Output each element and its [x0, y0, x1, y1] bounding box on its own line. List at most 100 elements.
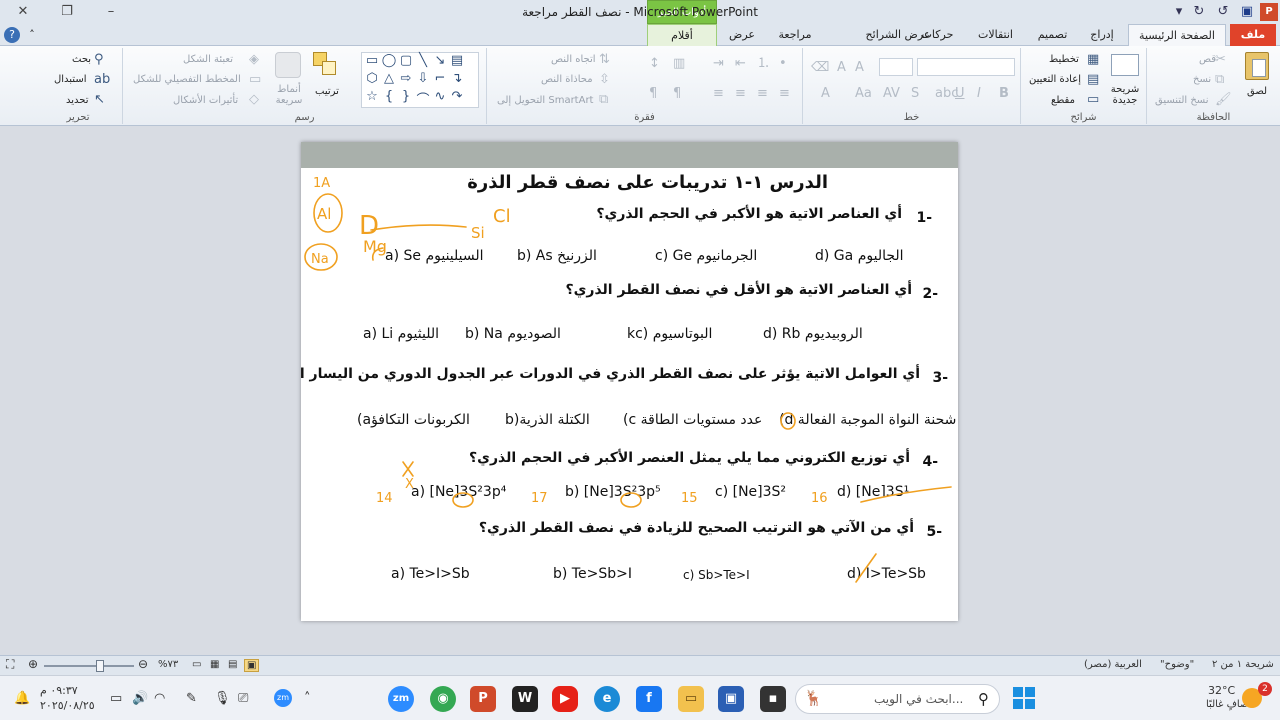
reset-button[interactable]: إعادة التعيين: [1029, 74, 1081, 85]
arrow-shape-icon[interactable]: ↘: [432, 53, 448, 68]
redo-icon[interactable]: ↻: [1190, 3, 1208, 21]
tab-animations[interactable]: حركات: [915, 24, 960, 46]
clock-time[interactable]: ٠٩:٣٧ م: [40, 684, 78, 697]
volume-icon[interactable]: 🔊: [132, 691, 148, 706]
font-name-combo[interactable]: [917, 58, 1015, 76]
tab-pens[interactable]: أقلام: [647, 24, 717, 46]
tab-transitions[interactable]: انتقالات: [968, 24, 1023, 46]
slideshow-view-icon[interactable]: ▤: [228, 659, 237, 670]
quick-styles-button[interactable]: أنماط سريعة: [271, 84, 307, 106]
shape-outline-button[interactable]: المخطط التفصيلي للشكل: [133, 74, 241, 85]
format-painter-icon[interactable]: 🖌: [1215, 92, 1232, 108]
bell-icon[interactable]: 🔔: [14, 691, 30, 706]
copy-icon[interactable]: ⧉: [1215, 72, 1224, 88]
oval-shape-icon[interactable]: ◯: [381, 53, 397, 68]
microphone-icon[interactable]: 🎙: [214, 691, 231, 706]
rect-shape-icon[interactable]: ▭: [364, 53, 380, 68]
hexagon-shape-icon[interactable]: ⬡: [364, 71, 380, 86]
align-justify-icon[interactable]: ≡: [713, 86, 724, 102]
edge-icon[interactable]: e: [594, 686, 620, 712]
shape-effects-button[interactable]: تأثيرات الأشكال: [173, 95, 238, 106]
customize-qat-icon[interactable]: ▾: [1170, 3, 1188, 21]
increase-indent-icon[interactable]: ⇥: [713, 56, 724, 72]
bold-icon[interactable]: B: [999, 86, 1009, 102]
freeform-shape-icon[interactable]: ↷: [449, 89, 465, 104]
help-icon[interactable]: ?: [4, 27, 20, 43]
decrease-indent-icon[interactable]: ⇤: [735, 56, 746, 72]
line-spacing-icon[interactable]: ↕: [649, 56, 660, 72]
weather-temp[interactable]: 32°C: [1208, 684, 1235, 697]
align-left-icon[interactable]: ≡: [779, 86, 790, 102]
arrange-button[interactable]: ترتيب: [315, 86, 339, 97]
language-indicator[interactable]: العربية (مصر): [1084, 659, 1142, 670]
slide-canvas[interactable]: الدرس ١-١ تدريبات على نصف قطر الذرة -1 أ…: [301, 142, 958, 621]
zoom-app-icon[interactable]: zm: [388, 686, 414, 712]
new-slide-icon[interactable]: [1111, 54, 1139, 76]
reset-icon[interactable]: ▤: [1087, 72, 1099, 88]
numbering-icon[interactable]: ⒈: [757, 56, 770, 72]
camera-icon[interactable]: ⎚: [238, 691, 248, 706]
align-text-icon[interactable]: ⇳: [599, 72, 610, 88]
fit-slide-icon[interactable]: ⛶: [6, 657, 14, 672]
terminal-icon[interactable]: ▪: [760, 686, 786, 712]
zoom-slider-thumb[interactable]: [96, 660, 104, 672]
clock-date[interactable]: ٢٠٢٥/٠٨/٢٥: [40, 699, 95, 712]
clear-formatting-icon[interactable]: ⌫: [811, 60, 829, 76]
italic-icon[interactable]: I: [977, 86, 981, 102]
brace-shape-icon[interactable]: {: [381, 89, 397, 104]
underline-icon[interactable]: U: [955, 86, 965, 102]
zoom-slider[interactable]: [44, 665, 134, 667]
layout-icon[interactable]: ▦: [1087, 52, 1099, 68]
zoom-in-icon[interactable]: ⊕: [28, 657, 38, 671]
line-shape-icon[interactable]: ╲: [415, 53, 431, 68]
wifi-icon[interactable]: ◠: [154, 691, 165, 706]
reading-view-icon[interactable]: ▭: [192, 659, 201, 670]
paste-button[interactable]: لصق: [1247, 86, 1267, 97]
format-painter-button[interactable]: نسخ التنسيق: [1155, 95, 1208, 106]
quick-styles-icon[interactable]: [275, 52, 301, 78]
change-case-icon[interactable]: Aa: [855, 86, 872, 102]
tab-review[interactable]: مراجعة: [770, 24, 820, 46]
ink-annotations-layer[interactable]: 1A Al D Si Cl Mg Na 14 17 15 16 X: [301, 142, 958, 621]
brace-right-shape-icon[interactable]: }: [398, 89, 414, 104]
battery-icon[interactable]: ▭: [110, 691, 122, 706]
undo-icon[interactable]: ↺: [1214, 3, 1232, 21]
rounded-rect-shape-icon[interactable]: ▢: [398, 53, 414, 68]
tab-design[interactable]: تصميم: [1030, 24, 1075, 46]
file-explorer-icon[interactable]: ▭: [678, 686, 704, 712]
tab-view[interactable]: عرض: [722, 24, 762, 46]
shapes-gallery[interactable]: ▭ ◯ ▢ ╲ ↘ ▤ ⬡ △ ⇨ ⇩ ⌐ ↴ ☆ { } ⌒ ∿ ↷: [361, 52, 479, 108]
taskbar-search[interactable]: 🦌 ابحث في الويب... ⚲: [795, 684, 1000, 714]
paste-icon[interactable]: [1245, 52, 1269, 80]
arrange-icon[interactable]: [313, 52, 339, 78]
tab-file[interactable]: ملف: [1230, 24, 1276, 46]
pen-icon[interactable]: ✎: [186, 691, 197, 706]
curve-shape-icon[interactable]: ∿: [432, 89, 448, 104]
collapse-ribbon-icon[interactable]: ˄: [24, 24, 40, 46]
font-size-combo[interactable]: [879, 58, 913, 76]
smartart-button[interactable]: التحويل إلى SmartArt: [497, 95, 593, 106]
facebook-icon[interactable]: f: [636, 686, 662, 712]
slide-editing-area[interactable]: الدرس ١-١ تدريبات على نصف قطر الذرة -1 أ…: [0, 127, 1280, 655]
right-arrow-shape-icon[interactable]: ⇨: [398, 71, 414, 86]
save-icon[interactable]: ▣: [1238, 3, 1256, 21]
shadow-icon[interactable]: S: [911, 86, 919, 102]
find-button[interactable]: بحث: [72, 54, 91, 65]
cut-button[interactable]: قص: [1199, 54, 1216, 65]
rtl-icon[interactable]: ¶: [649, 86, 657, 102]
scissors-icon[interactable]: ✂: [1215, 52, 1226, 68]
columns-icon[interactable]: ▥: [673, 56, 685, 72]
char-spacing-icon[interactable]: AV: [883, 86, 900, 102]
select-cursor-icon[interactable]: ↖: [94, 92, 105, 108]
layout-button[interactable]: تخطيط: [1049, 54, 1079, 65]
start-icon[interactable]: [1013, 687, 1035, 709]
shape-fill-button[interactable]: تعبئة الشكل: [183, 54, 233, 65]
section-icon[interactable]: ▭: [1087, 92, 1099, 108]
text-direction-button[interactable]: اتجاه النص: [551, 54, 596, 65]
replace-button[interactable]: استبدال: [54, 74, 87, 85]
arc-shape-icon[interactable]: ⌒: [415, 89, 431, 108]
new-slide-button[interactable]: شريحة جديدة: [1105, 84, 1145, 106]
shape-fill-icon[interactable]: ◈: [249, 52, 259, 68]
store-icon[interactable]: ▣: [718, 686, 744, 712]
chrome-icon[interactable]: ◉: [430, 686, 456, 712]
